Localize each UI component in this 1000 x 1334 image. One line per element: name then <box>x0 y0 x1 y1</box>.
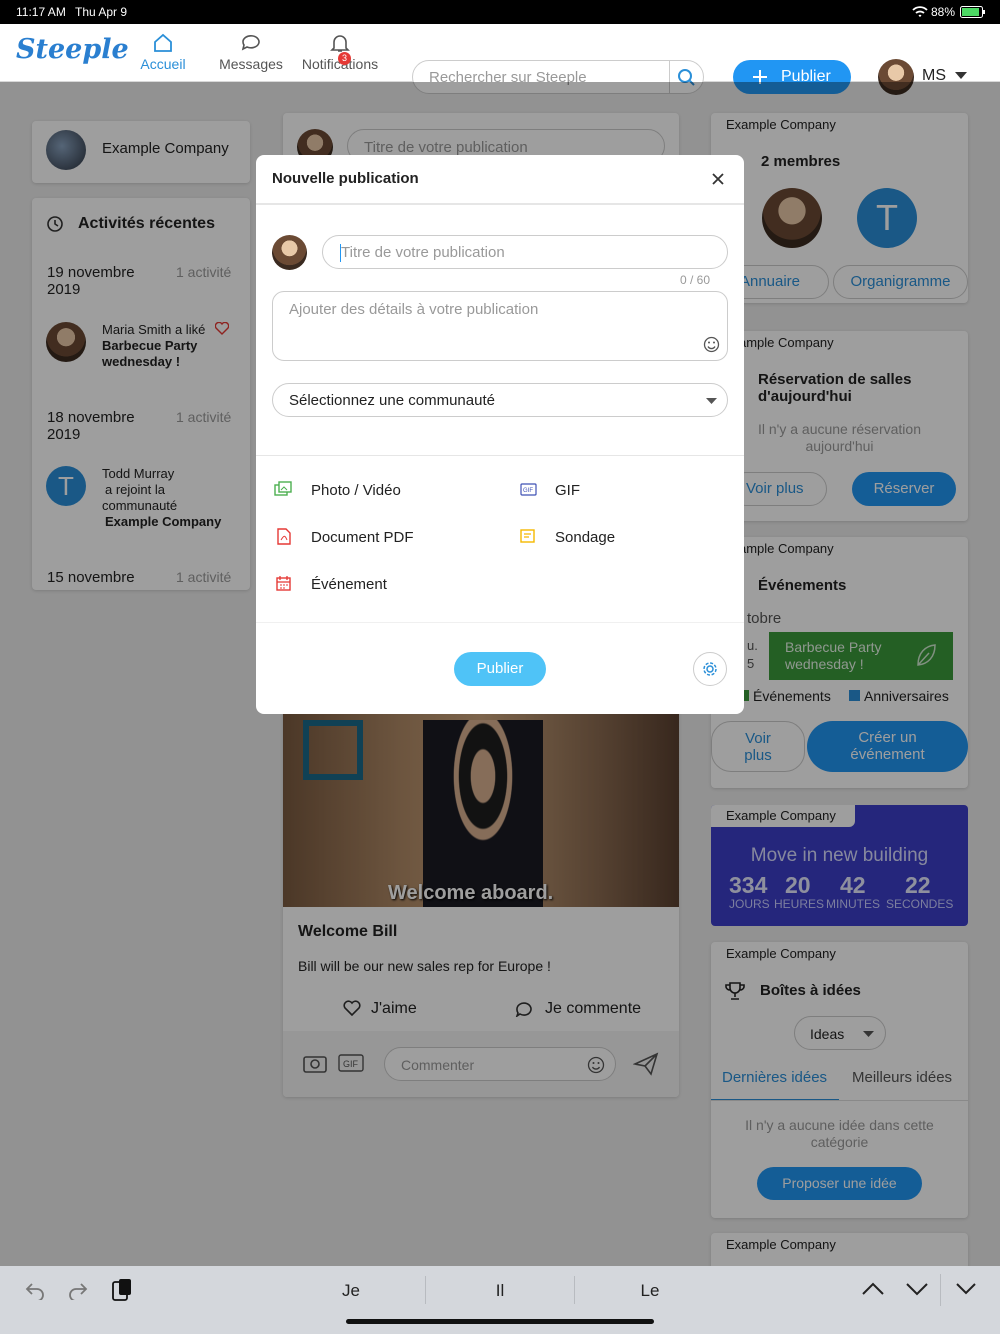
divider <box>256 622 744 623</box>
pdf-label: Document PDF <box>311 529 414 546</box>
settings-button[interactable] <box>693 652 727 686</box>
title-char-counter: 0 / 60 <box>680 273 711 287</box>
post-details-placeholder: Ajouter des détails à votre publication <box>289 301 539 318</box>
emoji-icon[interactable] <box>703 336 720 353</box>
battery-icon <box>960 6 985 18</box>
nav-home[interactable]: Accueil <box>134 30 192 72</box>
nav-home-label: Accueil <box>140 56 186 72</box>
status-date: Thu Apr 9 <box>75 5 128 19</box>
poll-icon <box>520 529 535 543</box>
photo-video-option[interactable]: Photo / Vidéo <box>274 481 474 503</box>
gif-label: GIF <box>555 482 580 499</box>
gif-option[interactable]: GIF GIF <box>520 481 670 503</box>
divider <box>256 203 744 205</box>
home-indicator[interactable] <box>346 1319 654 1324</box>
avatar <box>272 235 307 270</box>
post-title-input[interactable]: Titre de votre publication <box>322 235 728 269</box>
chevron-down-icon[interactable] <box>906 1282 928 1296</box>
divider <box>574 1276 575 1304</box>
event-label: Événement <box>311 576 387 593</box>
suggestion-1[interactable]: Je <box>277 1281 425 1301</box>
poll-option[interactable]: Sondage <box>520 528 670 550</box>
nav-notifications[interactable]: Notifications <box>298 30 382 72</box>
community-select-value: Sélectionnez une communauté <box>289 392 495 409</box>
post-details-textarea[interactable]: Ajouter des détails à votre publication <box>272 291 728 361</box>
divider <box>256 455 744 456</box>
gear-icon <box>703 662 717 676</box>
notification-badge: 3 <box>338 52 351 65</box>
caret-down-icon[interactable] <box>955 72 967 80</box>
photo-video-label: Photo / Vidéo <box>311 482 401 499</box>
photo-video-icon <box>274 481 292 496</box>
suggestion-2[interactable]: Il <box>426 1281 574 1301</box>
pdf-icon <box>277 528 291 545</box>
redo-icon[interactable] <box>67 1280 89 1300</box>
paste-icon[interactable] <box>111 1278 133 1302</box>
caret-down-icon <box>706 398 717 404</box>
chat-bubble-icon <box>241 35 260 51</box>
suggestion-3[interactable]: Le <box>576 1281 724 1301</box>
poll-label: Sondage <box>555 529 616 546</box>
pdf-option[interactable]: Document PDF <box>276 528 476 550</box>
svg-text:GIF: GIF <box>523 488 533 494</box>
divider <box>940 1274 941 1306</box>
gif-icon: GIF <box>520 483 537 496</box>
event-option[interactable]: Événement <box>276 575 476 597</box>
modal-title: Nouvelle publication <box>272 170 419 187</box>
community-select[interactable]: Sélectionnez une communauté <box>272 383 728 417</box>
home-icon <box>154 33 172 52</box>
post-title-placeholder: Titre de votre publication <box>341 244 505 261</box>
top-navigation: Steeple Accueil Messages Notifications 3… <box>0 24 1000 95</box>
new-post-modal: Nouvelle publication Titre de votre publ… <box>256 155 744 714</box>
close-icon[interactable] <box>712 173 724 185</box>
dismiss-keyboard-icon[interactable] <box>956 1282 976 1296</box>
modal-publish-button[interactable]: Publier <box>454 652 546 686</box>
status-bar: 11:17 AM Thu Apr 9 88% <box>0 0 1000 24</box>
undo-icon[interactable] <box>24 1280 46 1300</box>
nav-messages[interactable]: Messages <box>216 30 286 72</box>
nav-messages-label: Messages <box>219 56 283 72</box>
status-time: 11:17 AM <box>16 5 66 19</box>
chevron-up-icon[interactable] <box>862 1282 884 1296</box>
steeple-logo[interactable]: Steeple <box>16 34 129 65</box>
calendar-icon <box>276 576 291 591</box>
battery-percent: 88% <box>931 5 956 19</box>
wifi-icon <box>912 6 928 17</box>
